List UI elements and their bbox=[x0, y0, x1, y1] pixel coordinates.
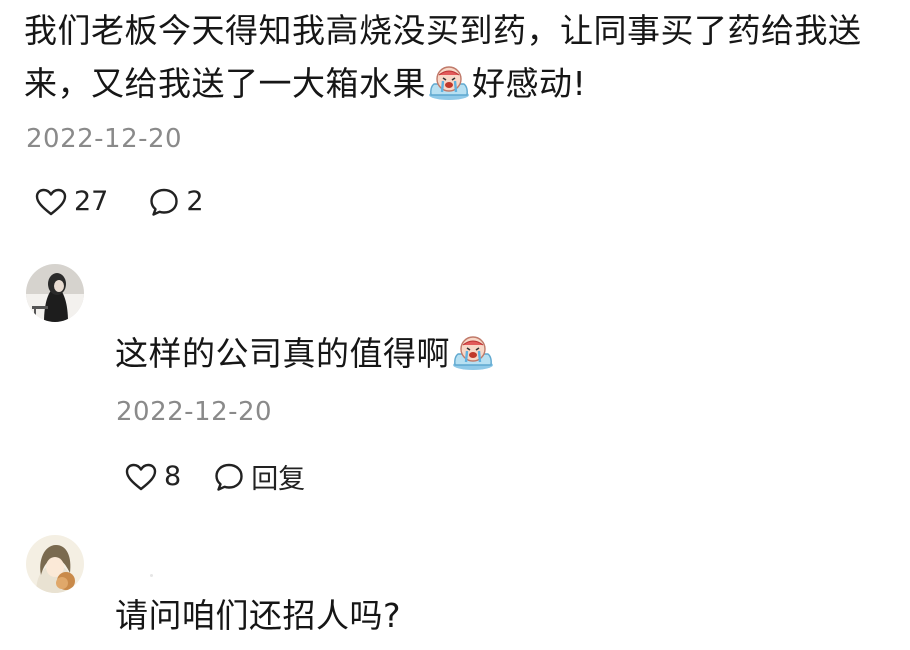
like-button[interactable]: 27 bbox=[34, 186, 108, 217]
heart-icon bbox=[34, 187, 68, 217]
comment-button[interactable]: 2 bbox=[148, 186, 204, 217]
main-comment-text-part2: 好感动! bbox=[472, 64, 587, 103]
reply1-like-count: 8 bbox=[164, 461, 182, 492]
main-comment-actions: 27 2 bbox=[34, 186, 204, 217]
like-count: 27 bbox=[74, 186, 109, 217]
reply1-actions: 8 回复 bbox=[124, 457, 305, 496]
reply1-reply-button[interactable]: 回复 bbox=[213, 457, 305, 496]
reply1-avatar[interactable] bbox=[26, 264, 84, 322]
reply1-date: 2022-12-20 bbox=[116, 397, 273, 427]
main-comment-date: 2022-12-20 bbox=[26, 124, 183, 154]
comment-bubble-icon bbox=[213, 462, 245, 492]
reply1-text: 这样的公司真的值得啊 bbox=[115, 327, 496, 380]
reply2-avatar[interactable] bbox=[26, 535, 84, 593]
main-comment-text: 我们老板今天得知我高烧没买到药，让同事买了药给我送来，又给我送了一大箱水果 好感动… bbox=[24, 4, 894, 110]
main-comment: 我们老板今天得知我高烧没买到药，让同事买了药给我送来，又给我送了一大箱水果 好感动… bbox=[24, 4, 894, 110]
reply2-text: 请问咱们还招人吗? bbox=[115, 596, 402, 635]
comment-bubble-icon bbox=[148, 187, 180, 217]
reply1-text-body: 这样的公司真的值得啊 bbox=[115, 334, 450, 373]
heart-icon bbox=[124, 462, 158, 492]
crying-face-emoji-icon bbox=[452, 333, 494, 370]
divider-dot bbox=[150, 574, 153, 577]
reply1-reply-label: 回复 bbox=[251, 464, 306, 495]
reply1-like-button[interactable]: 8 bbox=[124, 461, 181, 492]
comment-count: 2 bbox=[186, 186, 204, 217]
crying-face-emoji-icon bbox=[428, 63, 470, 100]
